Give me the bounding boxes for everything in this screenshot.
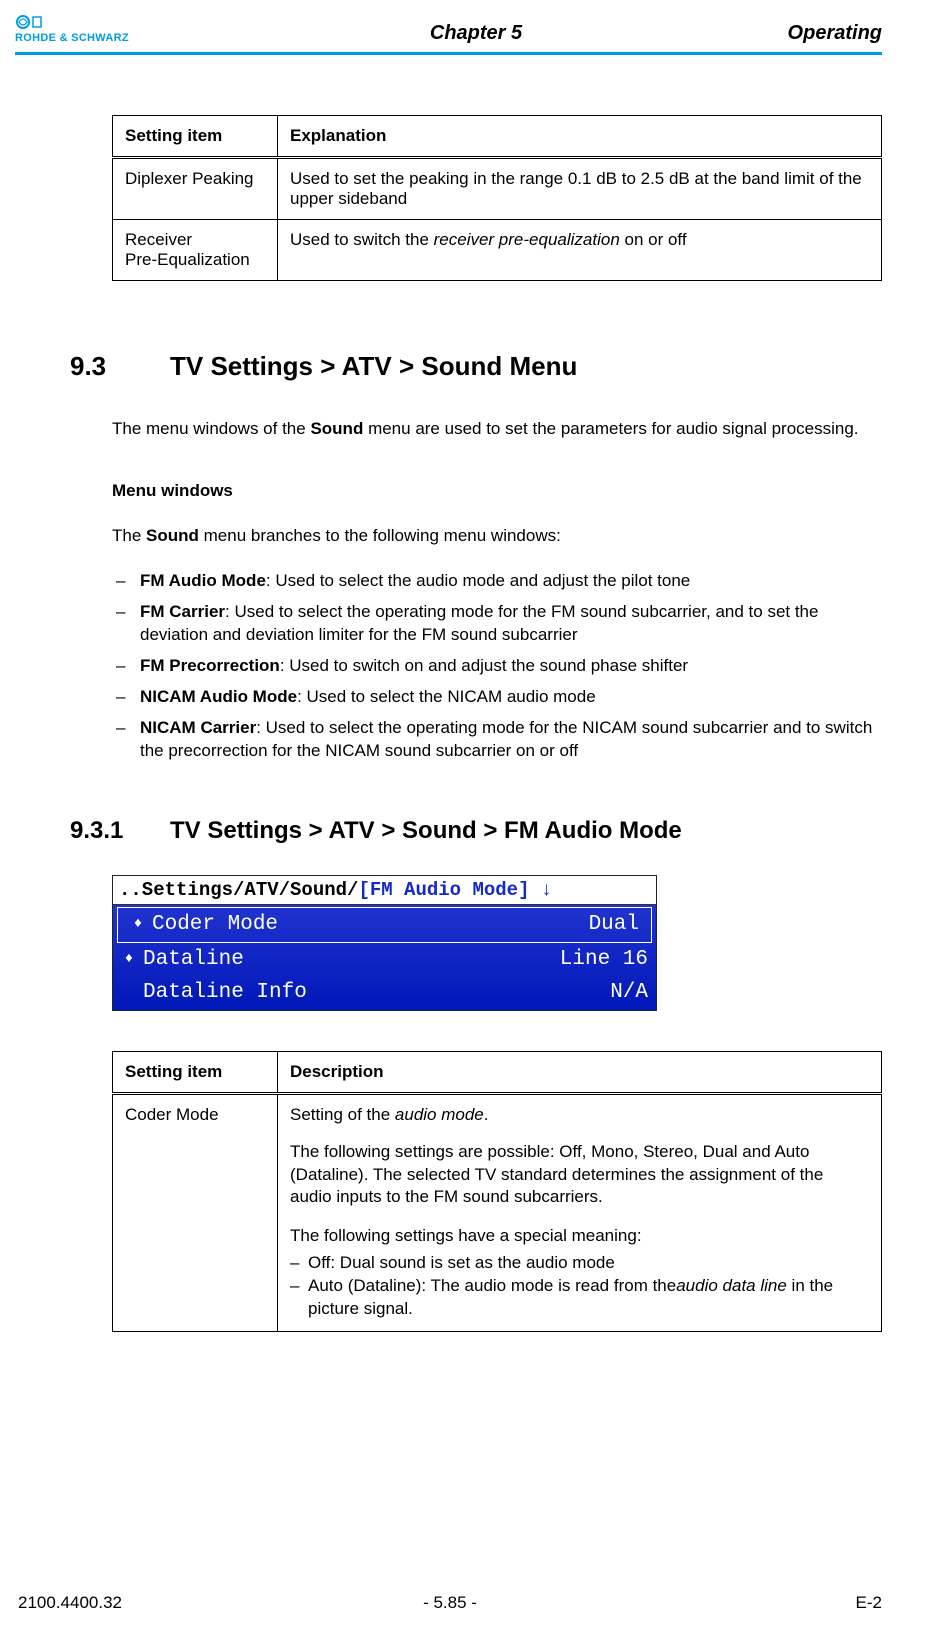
menu-list: FM Audio Mode: Used to select the audio … [112, 570, 882, 763]
section-number: 9.3 [70, 351, 170, 382]
row-value: Line 16 [560, 945, 648, 974]
table-header: Setting item [113, 1051, 278, 1093]
table-header: Setting item [113, 116, 278, 158]
text: The [112, 526, 146, 545]
setting-item: Coder Mode [113, 1093, 278, 1332]
text: The menu windows of the [112, 419, 310, 438]
text-bold: Sound [146, 526, 199, 545]
section-title: TV Settings > ATV > Sound > FM Audio Mod… [170, 817, 682, 845]
text-bold: NICAM Carrier [140, 718, 256, 737]
table-header: Explanation [278, 116, 882, 158]
text: on or off [620, 230, 687, 249]
settings-table-1: Setting item Explanation Diplexer Peakin… [112, 115, 882, 281]
chapter-label: Chapter 5 [430, 22, 522, 45]
section-number: 9.3.1 [70, 817, 170, 845]
page-header: ROHDE & SCHWARZ Chapter 5 Operating [70, 22, 882, 50]
text: : Used to select the operating mode for … [140, 602, 818, 644]
section-heading-9-3: 9.3 TV Settings > ATV > Sound Menu [70, 351, 882, 382]
setting-item: ReceiverPre-Equalization [113, 220, 278, 281]
intro-paragraph: The menu windows of the Sound menu are u… [112, 418, 882, 441]
text: . [484, 1105, 489, 1124]
list-item: FM Carrier: Used to select the operating… [112, 601, 882, 647]
page-content: Setting item Explanation Diplexer Peakin… [70, 55, 882, 1332]
setting-item: Diplexer Peaking [113, 158, 278, 220]
list-item: Auto (Dataline): The audio mode is read … [290, 1275, 869, 1321]
text: [FM Audio Mode] [358, 879, 529, 901]
setting-description: Setting of the audio mode. The following… [278, 1093, 882, 1332]
list-item: NICAM Audio Mode: Used to select the NIC… [112, 686, 882, 709]
table-row: ReceiverPre-Equalization Used to switch … [113, 220, 882, 281]
table-header: Description [278, 1051, 882, 1093]
text-bold: NICAM Audio Mode [140, 687, 297, 706]
text-bold: FM Audio Mode [140, 571, 266, 590]
text: Auto (Dataline): The audio mode is read … [308, 1276, 676, 1295]
down-arrow-icon: ↓ [541, 879, 552, 901]
list-item: Off: Dual sound is set as the audio mode [290, 1252, 869, 1275]
footer-center: - 5.85 - [423, 1593, 477, 1613]
row-label: Coder Mode [152, 910, 278, 939]
screenshot-selection: ♦ Coder Mode Dual [117, 907, 652, 942]
text: menu branches to the following menu wind… [199, 526, 561, 545]
footer-left: 2100.4400.32 [18, 1593, 122, 1613]
screenshot-row: Dataline Info N/A [113, 976, 656, 1009]
screenshot-path: ..Settings/ATV/Sound/[FM Audio Mode] ↓ [113, 876, 656, 905]
text: : Used to select the audio mode and adju… [266, 571, 690, 590]
table-row: Diplexer Peaking Used to set the peaking… [113, 158, 882, 220]
device-screenshot: ..Settings/ATV/Sound/[FM Audio Mode] ↓ ♦… [112, 875, 657, 1010]
settings-table-2: Setting item Description Coder Mode Sett… [112, 1051, 882, 1333]
screenshot-row: ♦ Dataline Line 16 [113, 943, 656, 976]
section-title: TV Settings > ATV > Sound Menu [170, 351, 577, 382]
list-item: NICAM Carrier: Used to select the operat… [112, 717, 882, 763]
path-selected: [FM Audio Mode] ↓ [358, 879, 552, 901]
setting-explanation: Used to switch the receiver pre-equaliza… [278, 220, 882, 281]
setting-explanation: Used to set the peaking in the range 0.1… [278, 158, 882, 220]
text-bold: FM Precorrection [140, 656, 280, 675]
list-item: FM Precorrection: Used to switch on and … [112, 655, 882, 678]
text: The following settings have a special me… [290, 1225, 869, 1248]
row-label: Dataline [143, 945, 244, 974]
text-bold: FM Carrier [140, 602, 225, 621]
branches-paragraph: The Sound menu branches to the following… [112, 525, 882, 548]
blank-icon [123, 983, 135, 1003]
text-bold: Sound [310, 419, 363, 438]
menu-windows-heading: Menu windows [112, 481, 882, 501]
text: : Used to switch on and adjust the sound… [280, 656, 688, 675]
text-italic: audio mode [395, 1105, 484, 1124]
text: menu are used to set the parameters for … [363, 419, 858, 438]
path-prefix: ..Settings/ATV/Sound/ [119, 879, 358, 901]
row-value: N/A [610, 978, 648, 1007]
screenshot-row: ♦ Coder Mode Dual [122, 908, 647, 941]
table-row: Coder Mode Setting of the audio mode. Th… [113, 1093, 882, 1332]
list-item: FM Audio Mode: Used to select the audio … [112, 570, 882, 593]
row-label: Dataline Info [143, 978, 307, 1007]
text-italic: audio data line [676, 1276, 787, 1295]
updown-icon: ♦ [132, 915, 144, 935]
section-label: Operating [788, 22, 882, 45]
text: : Used to select the NICAM audio mode [297, 687, 596, 706]
text: The following settings are possible: Off… [290, 1141, 869, 1210]
row-value: Dual [589, 910, 639, 939]
footer-right: E-2 [856, 1593, 882, 1613]
section-heading-9-3-1: 9.3.1 TV Settings > ATV > Sound > FM Aud… [70, 817, 882, 845]
text: Used to switch the [290, 230, 434, 249]
description-list: Off: Dual sound is set as the audio mode… [290, 1252, 869, 1321]
svg-text:ROHDE & SCHWARZ: ROHDE & SCHWARZ [15, 32, 129, 44]
updown-icon: ♦ [123, 950, 135, 970]
brand-logo: ROHDE & SCHWARZ [15, 14, 205, 44]
text-italic: receiver pre-equalization [434, 230, 620, 249]
text: Setting of the [290, 1105, 395, 1124]
